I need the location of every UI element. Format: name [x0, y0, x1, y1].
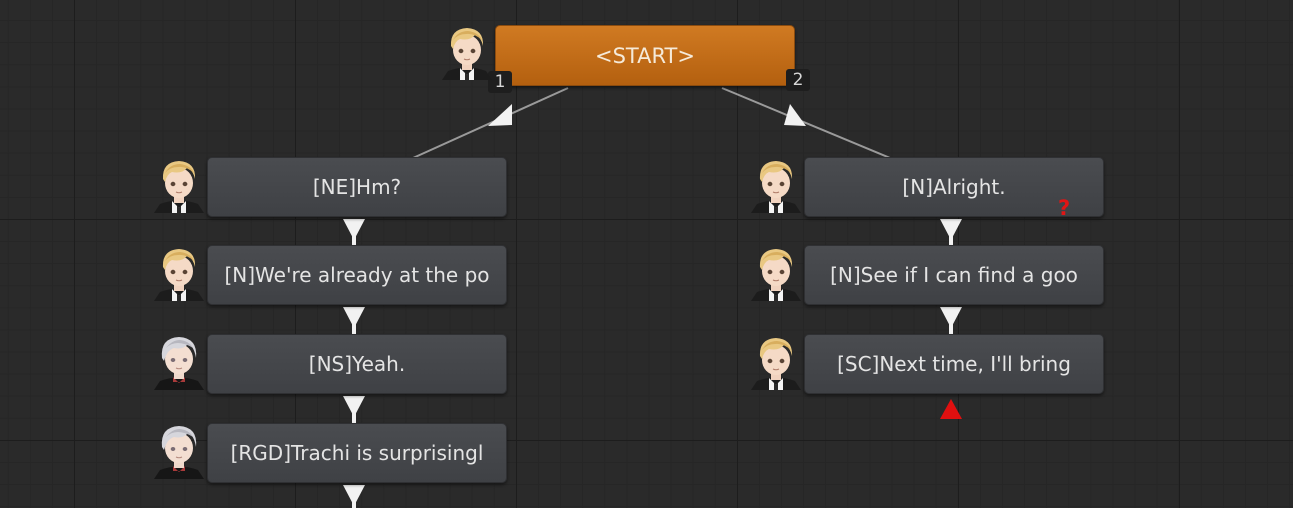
start-speaker-avatar — [438, 22, 496, 80]
dialogue-node-left-3[interactable]: [NS]Yeah. — [207, 334, 507, 394]
connection-start-right — [721, 87, 891, 159]
avatar-silver-icon — [150, 332, 208, 390]
avatar-blonde-icon — [150, 155, 208, 213]
start-port-2[interactable]: 2 — [786, 69, 810, 91]
arrowhead-right — [784, 104, 806, 126]
avatar-blonde-icon — [747, 332, 805, 390]
start-node[interactable]: <START> — [495, 25, 795, 86]
dialogue-node-right-2[interactable]: [N]See if I can find a goo — [804, 245, 1104, 305]
question-marker-icon: ? — [1058, 196, 1071, 220]
arrowhead-left — [488, 104, 512, 126]
end-marker-icon — [940, 399, 962, 419]
avatar-blonde-icon — [747, 243, 805, 301]
start-node-label: <START> — [595, 43, 695, 68]
dialogue-node-left-2[interactable]: [N]We're already at the po — [207, 245, 507, 305]
dialogue-node-left-4[interactable]: [RGD]Trachi is surprisingl — [207, 423, 507, 483]
avatar-blonde-icon — [747, 155, 805, 213]
dialogue-node-left-1[interactable]: [NE]Hm? — [207, 157, 507, 217]
connection-start-left — [412, 87, 569, 159]
dialogue-node-right-3[interactable]: [SC]Next time, I'll bring — [804, 334, 1104, 394]
avatar-silver-icon — [150, 421, 208, 479]
avatar-blonde-icon — [150, 243, 208, 301]
